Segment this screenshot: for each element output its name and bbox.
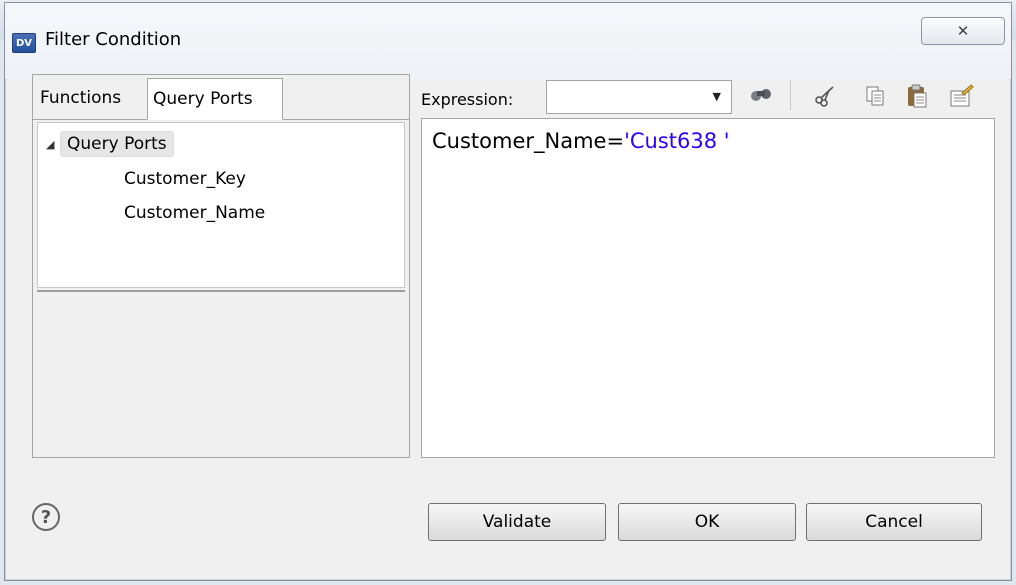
- toolbar-separator: [790, 80, 791, 110]
- query-ports-tree: ◢ Query Ports Customer_Key Customer_Name: [37, 122, 405, 288]
- ok-button[interactable]: OK: [618, 503, 796, 541]
- expression-text[interactable]: Customer_Name='Cust638 ': [432, 129, 730, 153]
- dropdown-arrow-icon[interactable]: ▼: [713, 90, 721, 103]
- panel-tabs: Functions Query Ports: [33, 75, 409, 120]
- expression-combo[interactable]: ▼: [546, 80, 732, 114]
- app-icon: DV: [12, 33, 36, 53]
- paste-icon[interactable]: [904, 82, 930, 110]
- copy-icon[interactable]: [862, 82, 888, 110]
- help-icon[interactable]: ?: [32, 503, 60, 531]
- validate-button[interactable]: Validate: [428, 503, 606, 541]
- help-glyph: ?: [40, 506, 52, 528]
- title-bar: DV Filter Condition ✕: [5, 3, 1011, 79]
- collapse-arrow-icon[interactable]: ◢: [46, 138, 60, 151]
- close-button[interactable]: ✕: [921, 17, 1005, 45]
- cancel-button[interactable]: Cancel: [806, 503, 982, 541]
- dialog-title: Filter Condition: [45, 29, 182, 50]
- panel-divider[interactable]: [37, 290, 405, 292]
- tab-functions[interactable]: Functions: [35, 78, 145, 118]
- tree-root-label[interactable]: Query Ports: [60, 131, 174, 157]
- tree-item-customer-key[interactable]: Customer_Key: [124, 169, 246, 189]
- expression-editor[interactable]: Customer_Name='Cust638 ': [421, 118, 995, 458]
- ports-panel: Functions Query Ports ◢ Query Ports Cust…: [32, 74, 410, 458]
- cut-icon[interactable]: [812, 82, 838, 110]
- tab-query-ports[interactable]: Query Ports: [147, 78, 283, 120]
- tree-root-node[interactable]: ◢ Query Ports: [46, 131, 174, 157]
- clear-icon[interactable]: [948, 82, 974, 110]
- expression-string-literal: 'Cust638 ': [624, 129, 730, 153]
- expression-field-part: Customer_Name=: [432, 129, 625, 153]
- close-icon: ✕: [956, 22, 970, 40]
- expression-label: Expression:: [421, 90, 514, 109]
- tree-item-customer-name[interactable]: Customer_Name: [124, 203, 265, 223]
- find-icon[interactable]: [748, 82, 774, 110]
